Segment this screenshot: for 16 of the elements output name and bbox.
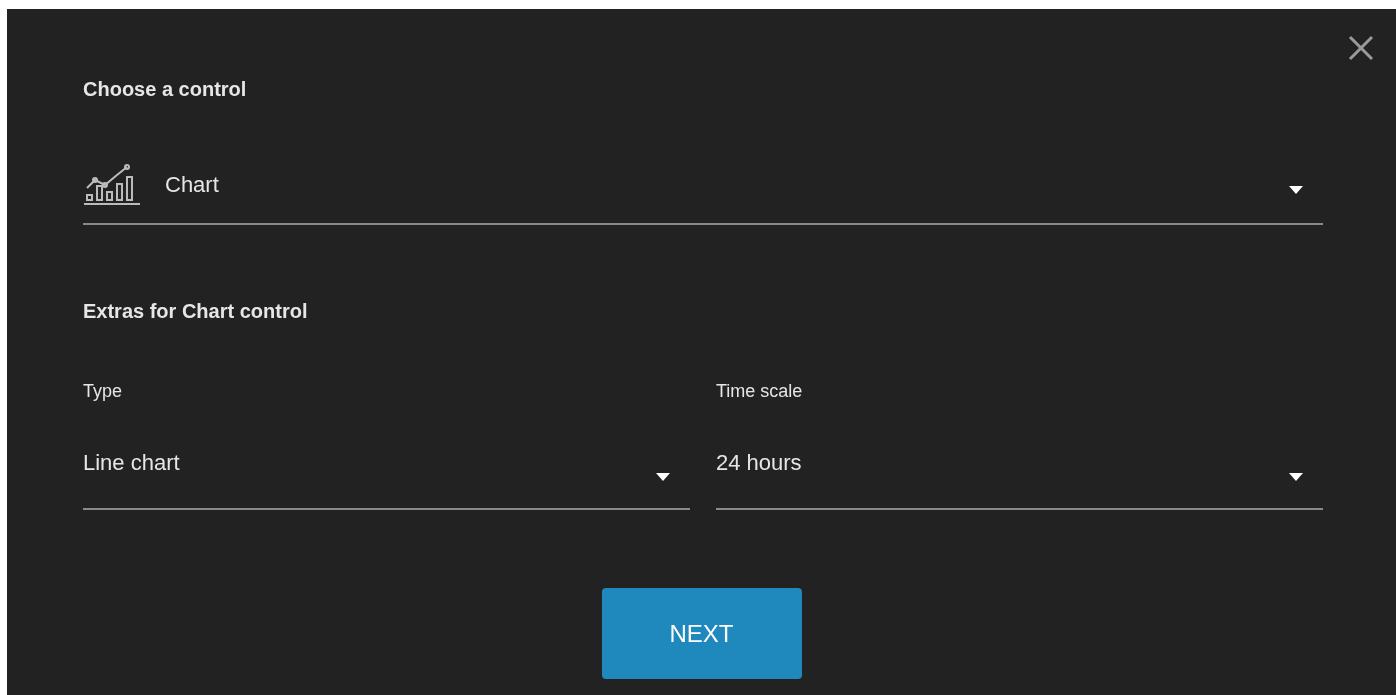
field-value: 24 hours	[716, 449, 803, 477]
next-button[interactable]: NEXT	[601, 588, 802, 679]
caret-icon	[1289, 473, 1303, 481]
caret-icon	[656, 473, 670, 481]
caret-icon	[1289, 186, 1303, 194]
control-select[interactable]: Chart	[83, 155, 1323, 225]
select-value: Chart	[165, 171, 220, 199]
section-heading: Choose a control	[83, 77, 248, 102]
section-heading: Extras for Chart control	[83, 299, 309, 324]
dropdown-field[interactable]: 24 hours	[716, 436, 1323, 510]
field-label: Time scale	[716, 380, 804, 403]
close-icon	[1348, 35, 1374, 61]
field-label: Type	[83, 380, 124, 403]
chart-icon	[83, 164, 141, 206]
dropdown-field[interactable]: Line chart	[83, 436, 690, 510]
field-value: Line chart	[83, 449, 181, 477]
